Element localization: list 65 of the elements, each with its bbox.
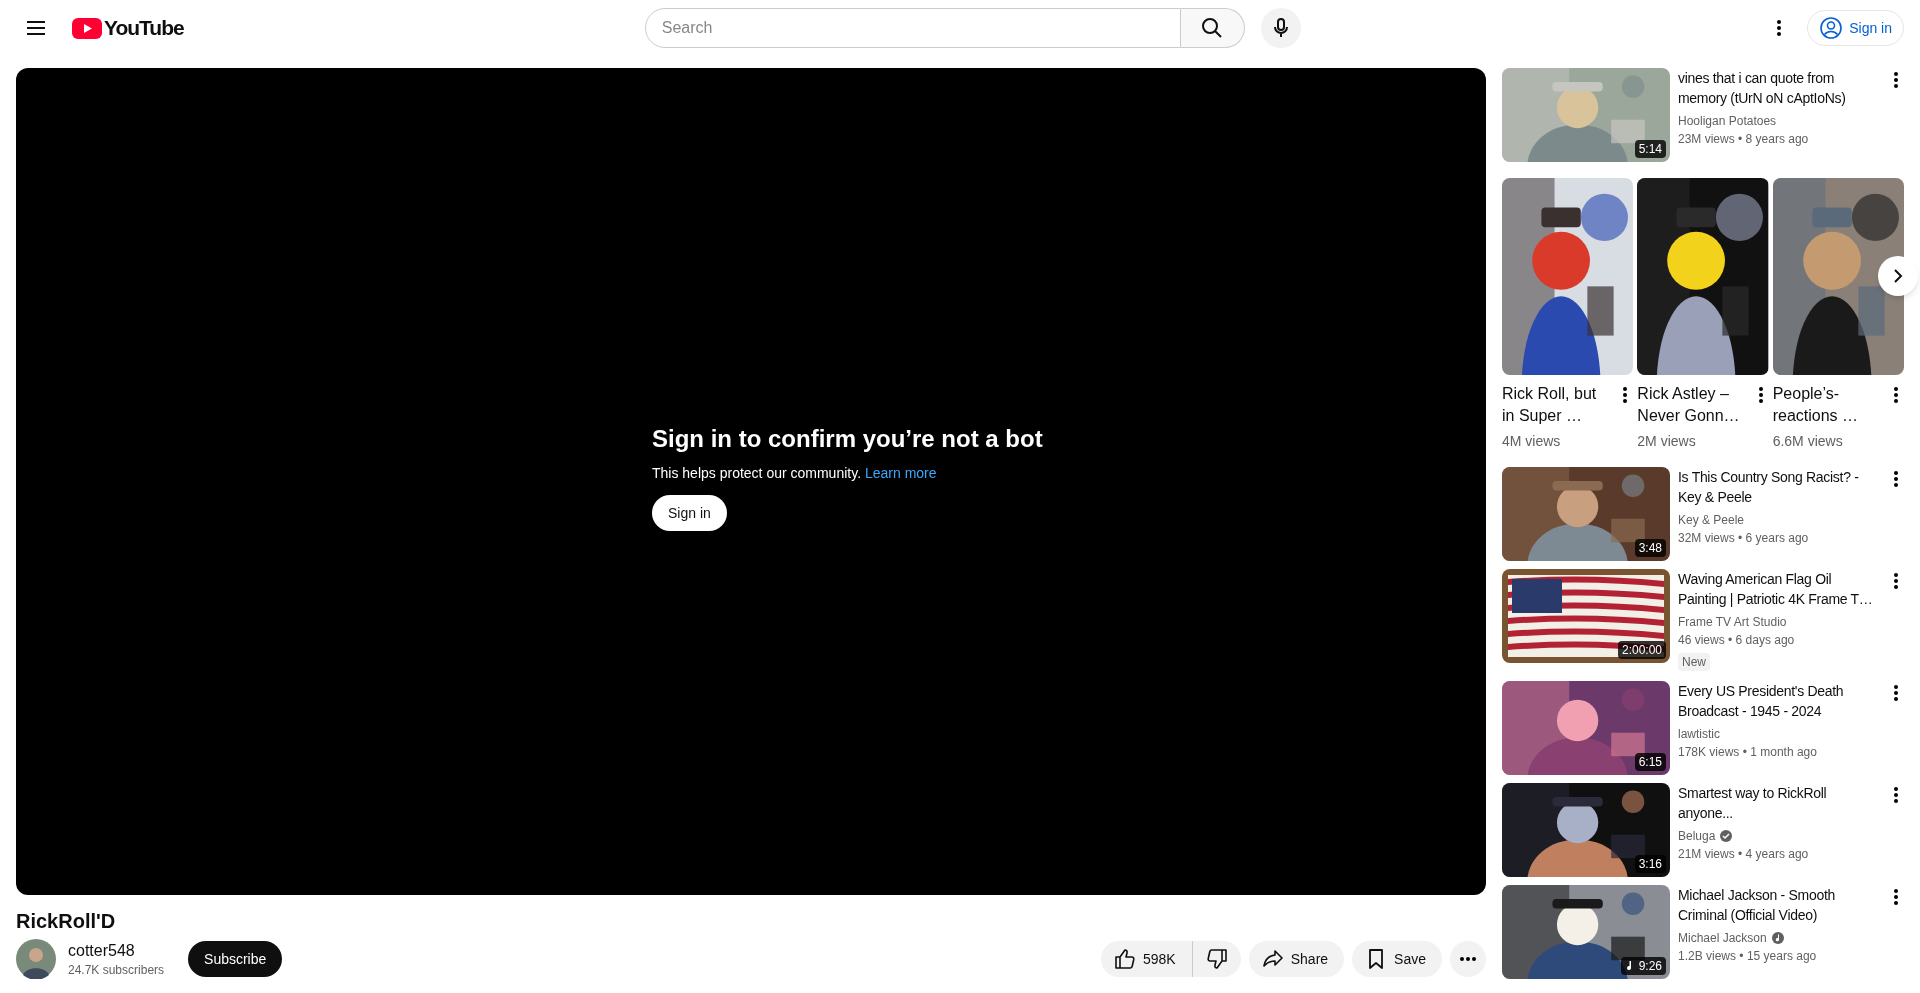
share-button[interactable]: Share [1248,941,1345,977]
more-vertical-icon [1894,471,1898,487]
more-vertical-icon [1894,72,1898,88]
short-views: 4M views [1502,432,1562,451]
thumbs-up-icon [1113,947,1137,971]
more-vertical-icon [1623,387,1628,403]
duration-badge: 6:15 [1634,753,1666,771]
short-views: 2M views [1637,432,1697,451]
duration-badge: 5:14 [1634,140,1666,158]
player-message: This helps protect our community. [652,464,862,481]
more-vertical-icon [1894,387,1898,403]
video-title[interactable]: vines that i can quote from memory (tUrN oN cAptIoNs) [1678,68,1878,108]
duration-badge: 3:48 [1634,539,1666,557]
video-meta: 1.2B views • 15 years ago [1678,948,1818,965]
subscribe-button[interactable]: Subscribe [188,941,283,977]
video-title[interactable]: Michael Jackson - Smooth Criminal (Official Video) [1678,885,1878,925]
more-vertical-icon [1894,787,1898,803]
video-meta: 46 views • 6 days ago [1678,632,1796,649]
user-icon [1819,16,1844,40]
video-meta: 32M views • 6 years ago [1678,530,1810,547]
video-meta: 21M views • 4 years ago [1678,846,1810,863]
more-vertical-icon [1894,889,1898,905]
more-horizontal-icon [1460,957,1476,961]
channel-name[interactable]: Michael Jackson [1678,929,1767,947]
channel-avatar[interactable] [16,939,56,979]
video-title[interactable]: Smartest way to RickRoll anyone... [1678,783,1878,823]
video-title[interactable]: Every US President's Death Broadcast - 1945 - 2024 [1678,681,1878,721]
voice-search-button[interactable] [1260,8,1301,48]
sign-in-button[interactable]: Sign in [652,494,727,531]
video-title[interactable]: Waving American Flag Oil Painting | Patriotic 4K Frame T… [1678,569,1878,609]
more-vertical-icon [1758,387,1763,403]
play-logo-icon [72,17,102,39]
more-vertical-icon [1894,573,1898,589]
duration-badge: 9:26 [1620,957,1666,975]
player-heading: Sign in to confirm you’re not a bot [652,423,1043,454]
chevron-right-icon [1893,268,1903,284]
thumbs-down-icon [1204,947,1229,971]
video-title: RickRoll'D [16,909,117,934]
channel-name[interactable]: Key & Peele [1678,511,1745,529]
channel-name[interactable]: Hooligan Potatoes [1678,112,1777,130]
channel-name[interactable]: lawtistic [1678,725,1720,743]
save-button[interactable]: Save [1352,941,1442,977]
video-meta: 178K views • 1 month ago [1678,744,1818,761]
youtube-logo[interactable]: YouTube [72,12,184,44]
learn-more-link[interactable]: Learn more [864,464,937,481]
video-meta: 23M views • 8 years ago [1678,131,1810,148]
more-vertical-icon [1777,20,1782,36]
channel-name[interactable]: Beluga [1678,827,1716,845]
search-field[interactable]: Search [644,8,1181,48]
video-title[interactable]: Is This Country Song Racist? - Key & Peele [1678,467,1878,507]
video-player[interactable]: Sign in to confirm you’re not a bot This helps protect our community. Learn more Sign in [16,68,1486,895]
more-actions-button[interactable] [1450,941,1486,977]
new-badge: New [1678,653,1710,671]
duration-badge: 2:00:00 [1617,641,1666,659]
short-title[interactable]: Rick Astley – Never Gonn… [1637,383,1753,427]
search-button[interactable] [1180,8,1245,48]
short-views: 6.6M views [1772,432,1844,451]
channel-name[interactable]: cotter548 [68,940,165,962]
more-vertical-icon [1894,685,1898,701]
channel-name[interactable]: Frame TV Art Studio [1678,613,1787,631]
short-title[interactable]: People’s-reactions … [1772,383,1888,427]
next-button[interactable] [1878,256,1918,296]
short-title[interactable]: Rick Roll, but in Super … [1502,383,1618,427]
subscriber-count: 24.7K subscribers [68,962,165,978]
duration-badge: 3:16 [1634,855,1666,873]
